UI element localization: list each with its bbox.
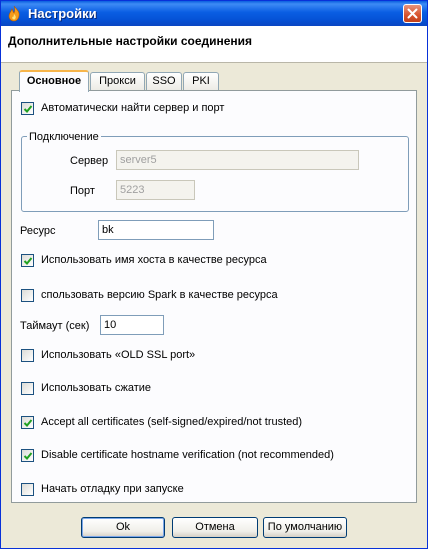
auto-detect-label: Автоматически найти сервер и порт bbox=[41, 102, 225, 114]
checkmark-icon bbox=[23, 105, 33, 113]
auto-detect-checkbox[interactable] bbox=[21, 102, 34, 115]
accept-certs-label: Accept all certificates (self-signed/exp… bbox=[41, 416, 303, 428]
checkmark-icon bbox=[23, 257, 33, 265]
resource-field[interactable]: bk bbox=[98, 220, 214, 240]
timeout-field[interactable]: 10 bbox=[100, 315, 164, 335]
dialog-header: Дополнительные настройки соединения bbox=[1, 26, 427, 63]
window-title: Настройки bbox=[28, 6, 97, 21]
tab-proxy[interactable]: Прокси bbox=[90, 72, 145, 90]
tab-sso[interactable]: SSO bbox=[146, 72, 182, 90]
use-spark-version-checkbox[interactable] bbox=[21, 289, 34, 302]
compression-checkbox[interactable] bbox=[21, 382, 34, 395]
spark-flame-icon bbox=[6, 5, 22, 22]
old-ssl-label: Использовать «OLD SSL port» bbox=[41, 349, 196, 361]
debug-on-start-checkbox[interactable] bbox=[21, 483, 34, 496]
cancel-button[interactable]: Отмена bbox=[172, 517, 258, 538]
timeout-label: Таймаут (сек) bbox=[20, 320, 90, 332]
disable-hostname-verification-checkbox[interactable] bbox=[21, 449, 34, 462]
old-ssl-checkbox[interactable] bbox=[21, 349, 34, 362]
tab-pki[interactable]: PKI bbox=[183, 72, 219, 90]
accept-certs-checkbox[interactable] bbox=[21, 416, 34, 429]
port-field[interactable]: 5223 bbox=[116, 180, 195, 200]
checkmark-icon bbox=[23, 452, 33, 460]
server-label: Сервер bbox=[70, 155, 109, 167]
use-spark-version-label: спользовать версию Spark в качестве ресу… bbox=[41, 289, 278, 301]
title-bar[interactable]: Настройки bbox=[1, 1, 427, 26]
settings-window: Настройки Дополнительные настройки соеди… bbox=[0, 0, 428, 549]
port-label: Порт bbox=[70, 185, 95, 197]
dialog-heading: Дополнительные настройки соединения bbox=[8, 34, 253, 48]
use-hostname-label: Использовать имя хоста в качестве ресурс… bbox=[41, 254, 267, 266]
use-hostname-checkbox[interactable] bbox=[21, 254, 34, 267]
tab-general[interactable]: Основное bbox=[19, 70, 89, 92]
checkmark-icon bbox=[23, 419, 33, 427]
connection-legend: Подключение bbox=[27, 131, 101, 143]
disable-hostname-verification-label: Disable certificate hostname verificatio… bbox=[41, 449, 334, 461]
server-field[interactable]: server5 bbox=[116, 150, 359, 170]
connection-groupbox bbox=[21, 136, 409, 212]
compression-label: Использовать сжатие bbox=[41, 382, 152, 394]
ok-button[interactable]: Ok bbox=[81, 517, 165, 538]
defaults-button[interactable]: По умолчанию bbox=[263, 517, 347, 538]
close-button[interactable] bbox=[403, 4, 422, 23]
close-icon bbox=[407, 8, 418, 19]
debug-on-start-label: Начать отладку при запуске bbox=[41, 483, 184, 495]
resource-label: Ресурс bbox=[20, 225, 56, 237]
